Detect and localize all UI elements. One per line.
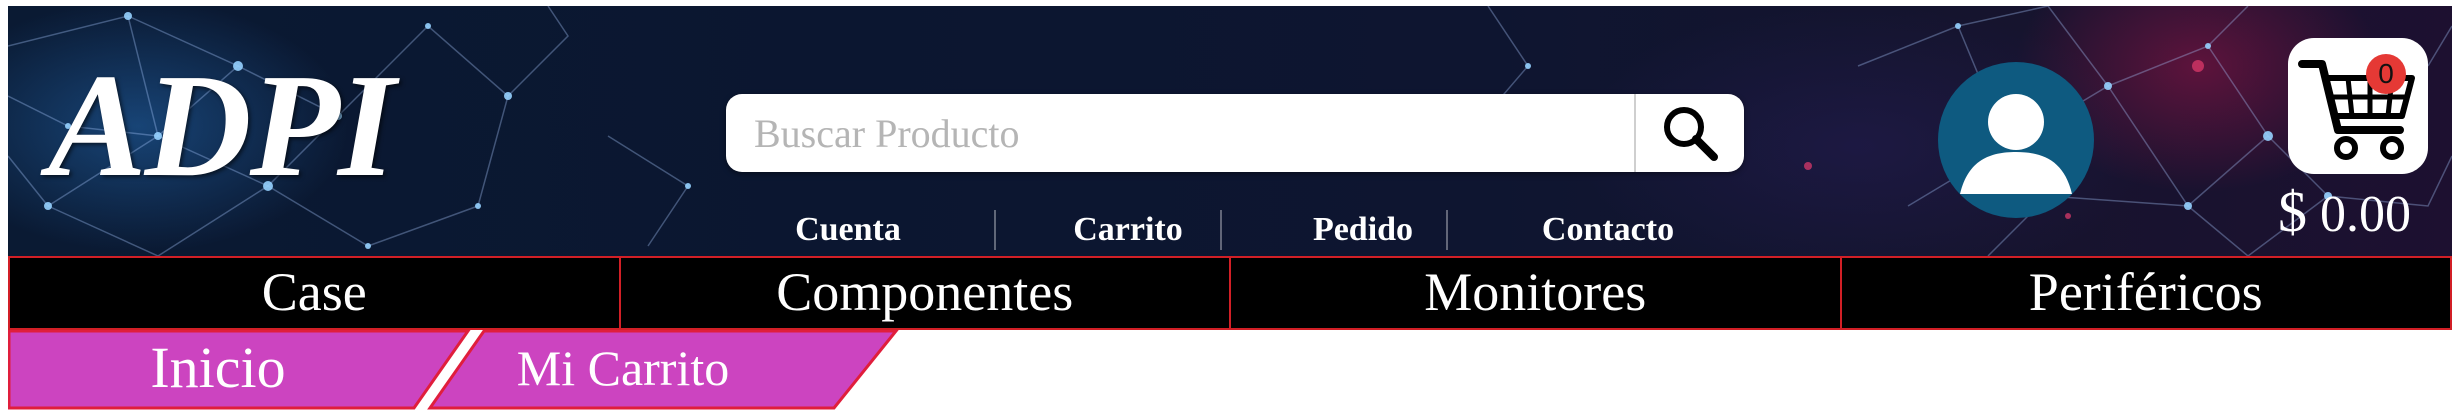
nav-link-carrito[interactable]: Carrito	[1018, 208, 1238, 252]
cart-total: $ 0.00	[2278, 179, 2411, 244]
category-case[interactable]: Case	[10, 258, 621, 328]
cart-count-badge: 0	[2366, 54, 2406, 94]
user-account-button[interactable]	[1938, 62, 2094, 218]
category-componentes[interactable]: Componentes	[621, 258, 1231, 328]
header-banner: ADPI Cuenta Carrito Pedido Contacto	[8, 6, 2452, 256]
search-bar	[726, 94, 1744, 172]
nav-link-cuenta[interactable]: Cuenta	[748, 208, 948, 252]
tab-mi-carrito[interactable]: Mi Carrito	[458, 330, 788, 406]
nav-divider	[994, 210, 996, 250]
search-button[interactable]	[1634, 94, 1744, 172]
search-icon	[1664, 107, 1718, 161]
nav-divider	[1446, 210, 1448, 250]
cart-total-amount: 0.00	[2320, 186, 2411, 243]
tab-inicio[interactable]: Inicio	[48, 330, 388, 406]
category-perifericos[interactable]: Periféricos	[1842, 258, 2451, 328]
nav-link-pedido[interactable]: Pedido	[1248, 208, 1478, 252]
category-monitores[interactable]: Monitores	[1231, 258, 1842, 328]
nav-link-contacto[interactable]: Contacto	[1478, 208, 1738, 252]
nav-divider	[1220, 210, 1222, 250]
user-avatar-icon	[1960, 94, 2072, 194]
currency-symbol: $	[2278, 179, 2307, 244]
shopping-cart-icon	[2298, 60, 2415, 160]
account-nav: Cuenta Carrito Pedido Contacto	[728, 208, 1728, 252]
category-nav: Case Componentes Monitores Periféricos	[8, 256, 2452, 330]
search-input[interactable]	[726, 94, 1634, 172]
site-logo[interactable]: ADPI	[48, 52, 428, 200]
breadcrumb: Inicio Mi Carrito	[8, 330, 908, 410]
page-frame: ADPI Cuenta Carrito Pedido Contacto	[8, 6, 2452, 410]
cart-button[interactable]	[2288, 38, 2428, 174]
